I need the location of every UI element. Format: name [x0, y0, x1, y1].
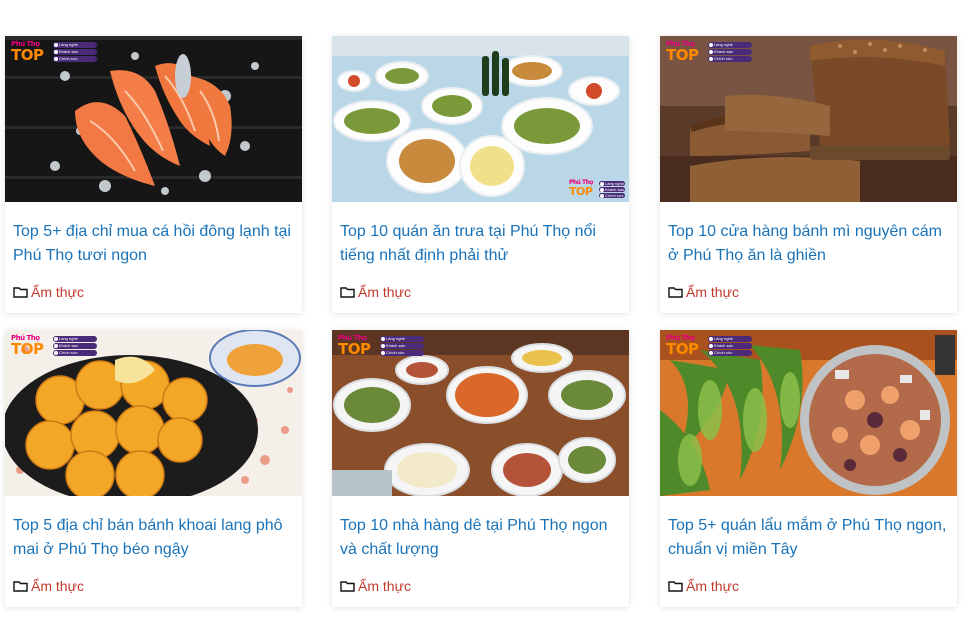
post-title[interactable]: Top 5+ quán lẩu mắm ở Phú Thọ ngon, chuẩ… [668, 514, 953, 562]
post-thumbnail-lunch[interactable]: Phú Thọ TOP Làng nghề Khách sạn Chính sức [332, 36, 629, 202]
post-title[interactable]: Top 10 quán ăn trưa tại Phú Thọ nổi tiến… [340, 220, 625, 268]
post-category[interactable]: Ẩm thực [668, 284, 739, 300]
post-title[interactable]: Top 5 địa chỉ bán bánh khoai lang phô ma… [13, 514, 298, 562]
post-card: Phú Thọ TOP Làng nghề Khách sạn Chính sức T… [660, 36, 957, 313]
site-logo-badge: Phú Thọ TOP Làng nghề Khách sạn Chính sức [11, 334, 99, 360]
post-card: Phú Thọ TOP Làng nghề Khách sạn Chính sức T… [332, 36, 629, 313]
post-category-label[interactable]: Ẩm thực [31, 578, 84, 594]
post-title[interactable]: Top 5+ địa chỉ mua cá hồi đông lạnh tại … [13, 220, 298, 268]
post-thumbnail-fish-hotpot[interactable]: Phú Thọ TOP Làng nghề Khách sạn Chính sức [660, 330, 957, 496]
post-category[interactable]: Ẩm thực [13, 578, 84, 594]
post-card: Phú Thọ TOP Làng nghề Khách sạn Chính sức T… [5, 36, 302, 313]
post-card: Phú Thọ TOP Làng nghề Khách sạn Chính sức T… [332, 330, 629, 607]
post-category-label[interactable]: Ẩm thực [358, 284, 411, 300]
post-thumbnail-goat-hotpot[interactable]: Phú Thọ TOP Làng nghề Khách sạn Chính sức [332, 330, 629, 496]
site-logo-badge: Phú Thọ TOP Làng nghề Khách sạn Chính sức [569, 179, 625, 198]
folder-icon [13, 581, 28, 592]
folder-icon [668, 287, 683, 298]
post-category-label[interactable]: Ẩm thực [358, 578, 411, 594]
post-thumbnail-sweet-potato-balls[interactable]: Phú Thọ TOP Làng nghề Khách sạn Chính sức [5, 330, 302, 496]
site-logo-badge: Phú Thọ TOP Làng nghề Khách sạn Chính sức [338, 334, 426, 360]
post-title[interactable]: Top 10 cửa hàng bánh mì nguyên cám ở Phú… [668, 220, 953, 268]
post-category[interactable]: Ẩm thực [340, 284, 411, 300]
post-thumbnail-salmon[interactable]: Phú Thọ TOP Làng nghề Khách sạn Chính sức [5, 36, 302, 202]
post-title[interactable]: Top 10 nhà hàng dê tại Phú Thọ ngon và c… [340, 514, 625, 562]
folder-icon [13, 287, 28, 298]
post-grid: Phú Thọ TOP Làng nghề Khách sạn Chính sức T… [0, 0, 965, 628]
folder-icon [668, 581, 683, 592]
post-card: Phú Thọ TOP Làng nghề Khách sạn Chính sức T… [5, 330, 302, 607]
folder-icon [340, 287, 355, 298]
site-logo-badge: Phú Thọ TOP Làng nghề Khách sạn Chính sức [11, 40, 99, 66]
post-category[interactable]: Ẩm thực [340, 578, 411, 594]
post-thumbnail-bread[interactable]: Phú Thọ TOP Làng nghề Khách sạn Chính sức [660, 36, 957, 202]
post-category[interactable]: Ẩm thực [668, 578, 739, 594]
folder-icon [340, 581, 355, 592]
site-logo-badge: Phú Thọ TOP Làng nghề Khách sạn Chính sức [666, 40, 754, 66]
post-category-label[interactable]: Ẩm thực [31, 284, 84, 300]
post-category-label[interactable]: Ẩm thực [686, 578, 739, 594]
post-card: Phú Thọ TOP Làng nghề Khách sạn Chính sức T… [660, 330, 957, 607]
site-logo-badge: Phú Thọ TOP Làng nghề Khách sạn Chính sức [666, 334, 754, 360]
post-category-label[interactable]: Ẩm thực [686, 284, 739, 300]
post-category[interactable]: Ẩm thực [13, 284, 84, 300]
